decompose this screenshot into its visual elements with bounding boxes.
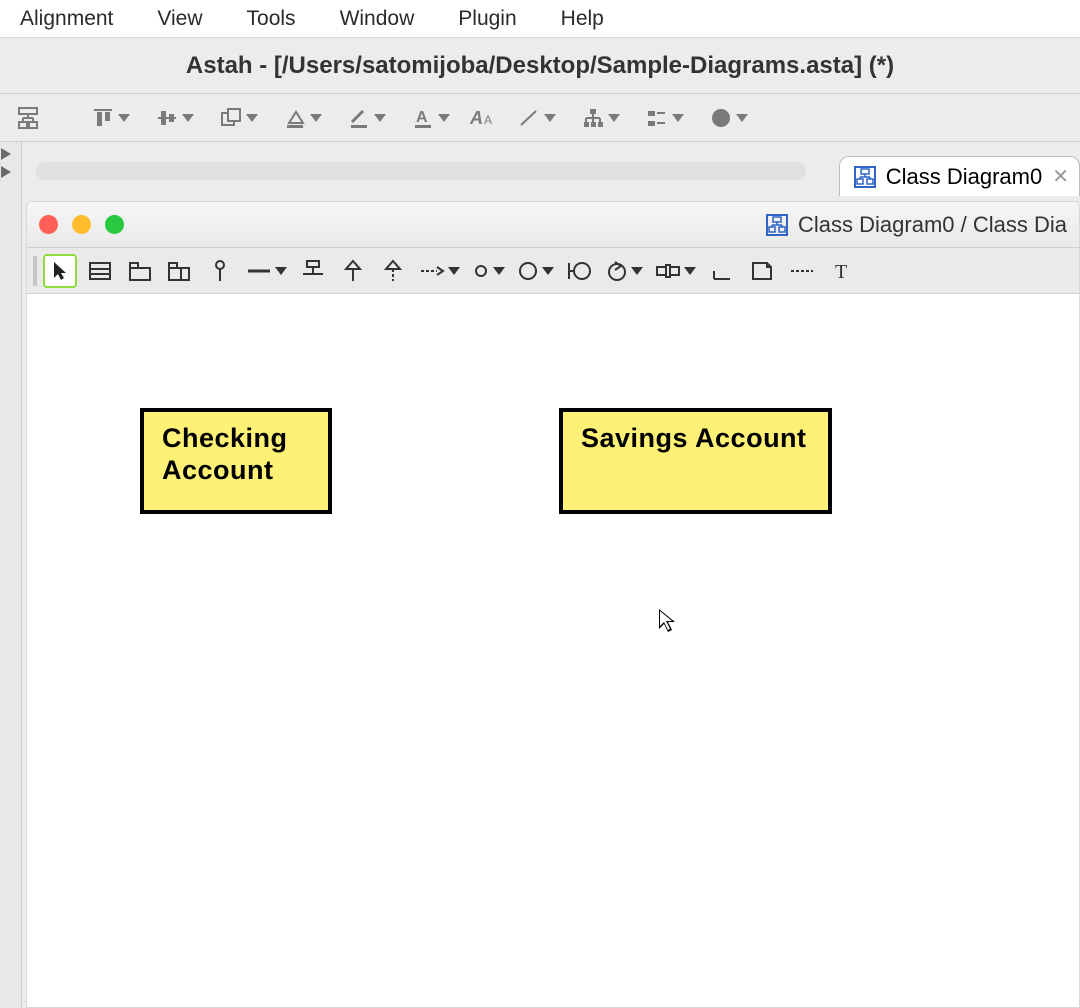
generalization-tool[interactable] — [336, 254, 370, 288]
menu-tools[interactable]: Tools — [247, 7, 296, 31]
window-controls — [39, 215, 124, 234]
subsystem-tool[interactable] — [163, 254, 197, 288]
diagram-canvas[interactable]: Checking Account Savings Account — [27, 294, 1079, 1007]
note-tool[interactable] — [745, 254, 779, 288]
tab-class-diagram[interactable]: Class Diagram0 ✕ — [839, 156, 1080, 196]
menu-alignment[interactable]: Alignment — [20, 7, 113, 31]
required-interface-dropdown[interactable] — [469, 254, 508, 288]
interface-lollipop-tool[interactable] — [203, 254, 237, 288]
text-tool[interactable]: T — [825, 254, 859, 288]
svg-text:A: A — [484, 113, 492, 127]
mouse-cursor-icon — [657, 607, 677, 633]
fill-color-dropdown[interactable] — [276, 102, 330, 134]
line-color-dropdown[interactable] — [340, 102, 394, 134]
window-title: Astah - [/Users/satomijoba/Desktop/Sampl… — [0, 38, 1080, 94]
hierarchy-dropdown[interactable] — [574, 102, 628, 134]
close-window-icon[interactable] — [39, 215, 58, 234]
stereotype-dropdown[interactable] — [638, 102, 692, 134]
document-window: Class Diagram0 / Class Dia — [26, 201, 1080, 1008]
menu-window[interactable]: Window — [340, 7, 415, 31]
class-diagram-icon — [766, 214, 788, 236]
menu-view[interactable]: View — [157, 7, 202, 31]
svg-text:T: T — [835, 261, 847, 281]
selection-tool[interactable] — [43, 254, 77, 288]
document-titlebar: Class Diagram0 / Class Dia — [27, 202, 1079, 248]
note-anchor-tool[interactable] — [785, 254, 819, 288]
svg-text:A: A — [416, 109, 428, 126]
svg-text:A: A — [470, 108, 483, 128]
left-ruler — [0, 142, 22, 1008]
association-class-tool[interactable] — [296, 254, 330, 288]
ruler-marker-icon[interactable] — [1, 166, 11, 178]
tab-label: Class Diagram0 — [886, 164, 1043, 190]
entity-tool[interactable] — [563, 254, 597, 288]
class-diagram-icon — [854, 166, 876, 188]
menu-plugin[interactable]: Plugin — [458, 7, 516, 31]
align-middle-dropdown[interactable] — [148, 102, 202, 134]
diagram-tab-bar: Class Diagram0 ✕ — [22, 156, 1080, 198]
menu-bar: Alignment View Tools Window Plugin Help — [0, 0, 1080, 38]
line-style-dropdown[interactable] — [510, 102, 564, 134]
class-tool[interactable] — [83, 254, 117, 288]
tool-palette: T — [27, 248, 1079, 294]
structure-tree-icon[interactable] — [12, 102, 44, 134]
horizontal-scrollbar[interactable] — [36, 162, 806, 180]
window-title-text: Astah - [/Users/satomijoba/Desktop/Sampl… — [186, 52, 894, 80]
format-toolbar: A AA — [0, 94, 1080, 142]
font-style-button[interactable]: AA — [468, 102, 500, 134]
port-tool-dropdown[interactable] — [652, 254, 699, 288]
package-tool[interactable] — [123, 254, 157, 288]
uml-class-0[interactable]: Checking Account — [140, 408, 332, 514]
realization-tool[interactable] — [376, 254, 410, 288]
menu-help[interactable]: Help — [561, 7, 604, 31]
containment-tool[interactable] — [705, 254, 739, 288]
uml-class-1[interactable]: Savings Account — [559, 408, 832, 514]
shape-fill-dropdown[interactable] — [702, 102, 756, 134]
dependency-tool-dropdown[interactable] — [416, 254, 463, 288]
align-top-dropdown[interactable] — [84, 102, 138, 134]
control-tool-dropdown[interactable] — [603, 254, 646, 288]
arrange-dropdown[interactable] — [212, 102, 266, 134]
font-color-dropdown[interactable]: A — [404, 102, 458, 134]
document-title-text: Class Diagram0 / Class Dia — [798, 212, 1067, 238]
palette-grip-icon[interactable] — [33, 256, 37, 286]
minimize-window-icon[interactable] — [72, 215, 91, 234]
association-tool-dropdown[interactable] — [243, 254, 290, 288]
tab-close-icon[interactable]: ✕ — [1052, 164, 1069, 189]
zoom-window-icon[interactable] — [105, 215, 124, 234]
interface-tool-dropdown[interactable] — [514, 254, 557, 288]
ruler-marker-icon[interactable] — [1, 148, 11, 160]
